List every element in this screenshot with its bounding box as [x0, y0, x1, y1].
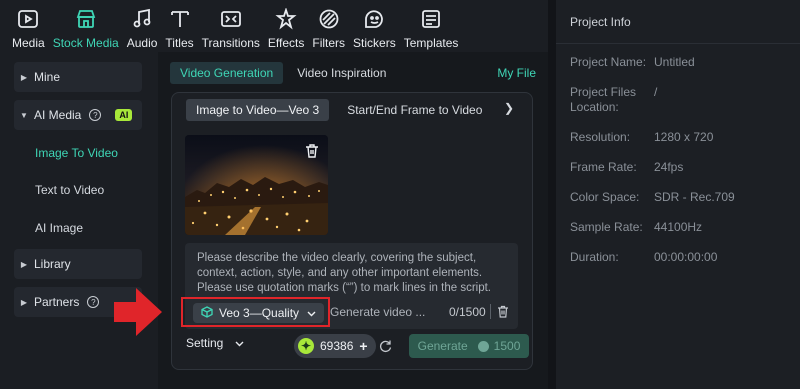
info-key: Project Name:: [570, 55, 647, 69]
info-key: Color Space:: [570, 190, 640, 204]
templates-icon: [419, 7, 443, 31]
setting-dropdown[interactable]: Setting: [186, 336, 244, 350]
tab-stock-media[interactable]: Stock Media: [53, 0, 119, 52]
info-value: SDR - Rec.709: [654, 190, 735, 204]
caret-right-icon: ▶: [20, 297, 28, 307]
tab-label: Titles: [165, 36, 194, 50]
caret-right-icon: ▶: [20, 259, 28, 269]
info-key: Frame Rate:: [570, 160, 637, 174]
mode-tabs: Image to Video—Veo 3 Start/End Frame to …: [186, 99, 500, 121]
info-key: Duration:: [570, 250, 619, 264]
chevron-down-icon: [235, 336, 244, 350]
sidebar-item-text-to-video[interactable]: Text to Video: [35, 183, 104, 197]
prompt-textarea[interactable]: Please describe the video clearly, cover…: [185, 243, 518, 329]
panel-divider[interactable]: [548, 0, 556, 389]
info-value: 44100Hz: [654, 220, 703, 234]
project-info-panel: Project Info Project Name: Untitled Proj…: [556, 0, 800, 389]
tab-templates[interactable]: Templates: [403, 0, 459, 52]
effects-icon: [274, 7, 298, 31]
sidebar-item-label: Partners: [34, 295, 80, 309]
tab-video-inspiration[interactable]: Video Inspiration: [287, 62, 396, 84]
tab-filters[interactable]: Filters: [312, 0, 345, 52]
sidebar-item-label: Mine: [34, 70, 61, 84]
tab-label: Filters: [312, 36, 346, 50]
generate-cost: 1500: [493, 339, 521, 353]
info-value: /: [654, 85, 658, 99]
divider: [490, 304, 491, 319]
credits-balance[interactable]: ✦ 69386 +: [294, 334, 376, 358]
generate-button[interactable]: Generate 1500: [409, 334, 529, 358]
my-file-link[interactable]: My File: [497, 62, 536, 84]
tab-media[interactable]: Media: [12, 0, 45, 52]
tab-label: Stickers: [353, 36, 396, 50]
filters-icon: [317, 7, 341, 31]
info-value: 24fps: [654, 160, 684, 174]
media-icon: [16, 7, 40, 31]
sidebar-item-ai-media[interactable]: ▼ AI Media ? AI: [14, 100, 142, 130]
tab-start-end-frame[interactable]: Start/End Frame to Video: [337, 99, 492, 121]
sidebar-item-label: Library: [34, 257, 71, 271]
tab-label: Stock Media: [52, 36, 119, 50]
info-key: Project Files Location:: [570, 85, 637, 114]
generation-card: Image to Video—Veo 3 Start/End Frame to …: [171, 92, 533, 370]
char-counter: 0/1500: [449, 305, 486, 319]
credits-value: 69386: [320, 339, 354, 353]
sidebar-item-mine[interactable]: ▶ Mine: [14, 62, 142, 92]
model-label: Veo 3—Quality: [219, 306, 300, 320]
generate-label: Generate: [417, 339, 468, 353]
main-panel: Video Generation Video Inspiration My Fi…: [158, 52, 548, 389]
tab-effects[interactable]: Effects: [268, 0, 304, 52]
stock-media-icon: [74, 7, 98, 31]
tab-label: Effects: [267, 36, 305, 50]
info-value: 00:00:00:00: [654, 250, 718, 264]
tab-stickers[interactable]: Stickers: [353, 0, 396, 52]
chevron-right-icon[interactable]: ❯: [504, 101, 514, 115]
credit-coin-icon: ✦: [298, 338, 314, 354]
refresh-icon[interactable]: [378, 339, 392, 353]
caret-right-icon: ▶: [20, 72, 28, 82]
panel-title: Project Info: [570, 15, 631, 29]
model-selector[interactable]: Veo 3—Quality: [193, 303, 325, 323]
tab-label: Audio: [126, 36, 158, 50]
red-arrow-annotation: [112, 286, 164, 341]
tab-video-generation[interactable]: Video Generation: [170, 62, 284, 84]
generate-video-input[interactable]: Generate video ...: [330, 305, 425, 319]
help-icon[interactable]: ?: [87, 296, 100, 308]
chevron-down-icon: [307, 306, 316, 320]
tab-label: Media: [12, 36, 45, 50]
transitions-icon: [219, 7, 243, 31]
plus-icon: +: [359, 338, 368, 354]
divider: [556, 43, 800, 44]
generation-footer: Setting ✦ 69386 + Generate 1500: [171, 334, 533, 358]
titles-icon: [168, 7, 192, 31]
tab-audio[interactable]: Audio: [126, 0, 158, 52]
tab-image-to-video-veo3[interactable]: Image to Video—Veo 3: [186, 99, 330, 121]
setting-label: Setting: [186, 336, 224, 350]
sidebar-item-label: AI Media: [34, 108, 82, 122]
prompt-placeholder: Please describe the video clearly, cover…: [197, 252, 492, 294]
help-icon[interactable]: ?: [89, 109, 102, 121]
cube-icon: [201, 305, 213, 321]
subtabs: Video Generation Video Inspiration: [170, 62, 536, 84]
credit-coin-icon: [477, 340, 489, 352]
info-value: Untitled: [654, 55, 695, 69]
toolbar: Media Stock Media Audio Titles Transitio…: [0, 0, 548, 52]
tab-label: Transitions: [201, 36, 260, 50]
sidebar-item-ai-image[interactable]: AI Image: [35, 221, 83, 235]
caret-down-icon: ▼: [20, 110, 28, 120]
delete-image-icon[interactable]: [304, 143, 320, 159]
tab-label: Templates: [403, 36, 459, 50]
stickers-icon: [362, 7, 386, 31]
clear-prompt-icon[interactable]: [497, 305, 509, 318]
info-key: Sample Rate:: [570, 220, 643, 234]
info-key: Resolution:: [570, 130, 631, 144]
sidebar-item-image-to-video[interactable]: Image To Video: [35, 146, 118, 160]
sidebar-item-library[interactable]: ▶ Library: [14, 249, 142, 279]
tab-titles[interactable]: Titles: [165, 0, 194, 52]
tab-transitions[interactable]: Transitions: [202, 0, 260, 52]
info-value: 1280 x 720: [654, 130, 714, 144]
ai-badge: AI: [115, 109, 133, 121]
audio-icon: [130, 7, 154, 31]
uploaded-image-thumbnail[interactable]: [185, 135, 328, 235]
